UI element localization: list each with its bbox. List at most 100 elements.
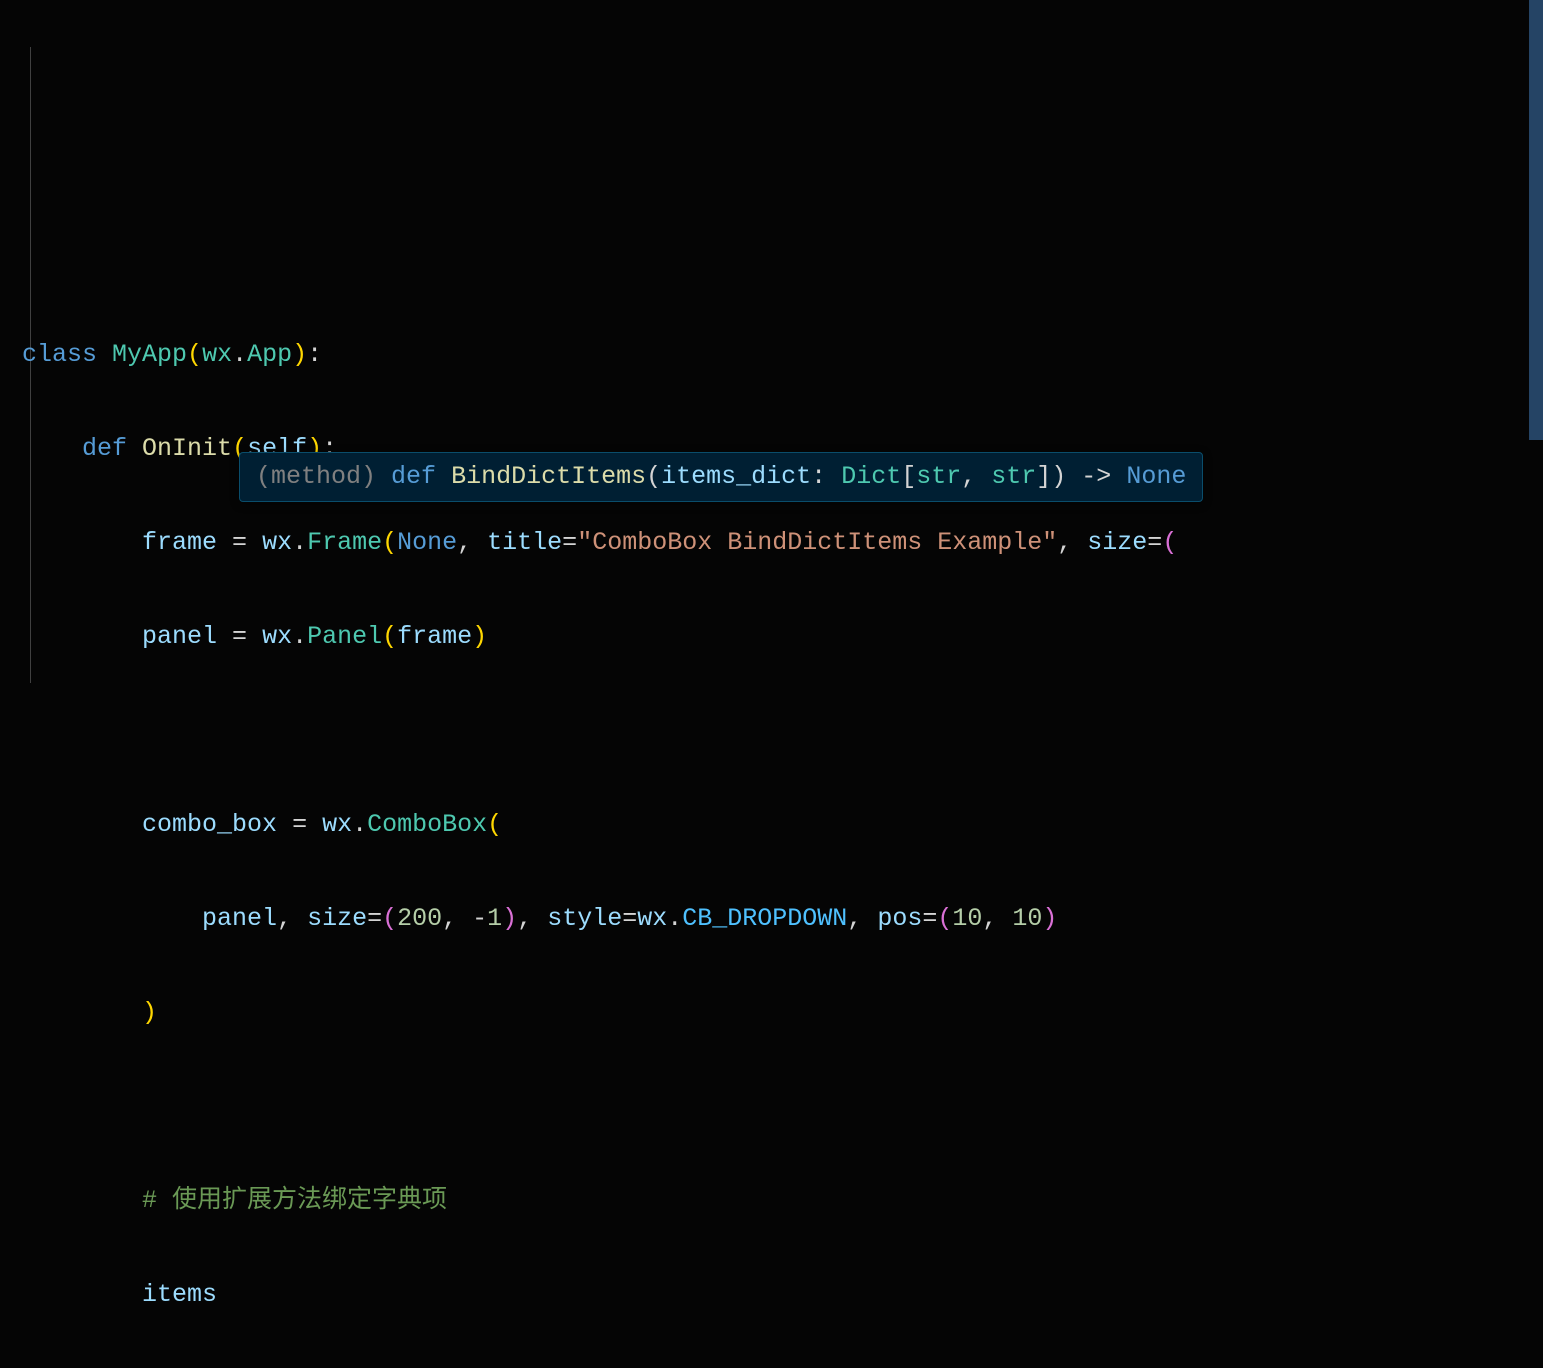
code-line[interactable]: panel, size=(200, -1), style=wx.CB_DROPD… [22,895,1543,942]
tooltip-type: Dict [841,462,901,491]
module: wx [262,622,292,651]
comma: , [277,904,307,933]
code-line[interactable]: # 使用扩展方法绑定字典项 [22,1177,1543,1224]
indent [22,1186,142,1215]
comma: , [517,904,547,933]
tooltip-def: def [391,462,436,491]
paren: ) [472,622,487,651]
class-name: MyApp [112,340,187,369]
variable: frame [142,528,217,557]
equals: = [367,904,382,933]
dot: . [292,622,307,651]
paren: ( [187,340,202,369]
comma: , [457,528,487,557]
paren: ( [382,904,397,933]
tooltip-fn-name: BindDictItems [451,462,646,491]
hover-tooltip: (method) def BindDictItems(items_dict: D… [239,452,1203,502]
number: 200 [397,904,442,933]
equals: = [922,904,937,933]
equals: = [277,810,322,839]
dot: . [352,810,367,839]
code-line[interactable]: ) [22,989,1543,1036]
module: wx [322,810,352,839]
code-line[interactable]: combo_box = wx.ComboBox( [22,801,1543,848]
tooltip-param: items_dict [661,462,811,491]
paren: ) [1042,904,1057,933]
indent [22,622,142,651]
variable: panel [142,622,217,651]
module: wx [262,528,292,557]
minus: - [472,904,487,933]
tooltip-paren: ) [1051,462,1066,491]
paren: ) [502,904,517,933]
tooltip-comma: , [961,462,991,491]
code-line[interactable]: cast(ComboBoxWithBindDictItems, combo_bo… [22,1365,1543,1368]
equals: = [562,528,577,557]
indent [22,528,142,557]
constant: CB_DROPDOWN [682,904,847,933]
colon: : [307,340,322,369]
class-ref: ComboBox [367,810,487,839]
tooltip-arrow: -> [1066,462,1126,491]
indent [22,1280,142,1309]
variable-partial: items [142,1280,217,1309]
kwarg: style [547,904,622,933]
comment-hash: # [142,1186,172,1215]
kwarg: size [307,904,367,933]
comment-text: 使用扩展方法绑定字典项 [172,1186,447,1215]
comma: , [847,904,877,933]
number: 10 [952,904,982,933]
equals: = [1147,528,1162,557]
code-line[interactable]: frame = wx.Frame(None, title="ComboBox B… [22,519,1543,566]
number: 10 [1012,904,1042,933]
arg: frame [397,622,472,651]
class-ref: Panel [307,622,382,651]
tooltip-kind: (method) [256,462,376,491]
variable: combo_box [142,810,277,839]
indent [22,434,82,463]
tooltip-bracket: [ [901,462,916,491]
none-literal: None [397,528,457,557]
dot: . [292,528,307,557]
indent [22,904,202,933]
scrollbar-thumb[interactable] [1529,0,1543,440]
paren: ) [292,340,307,369]
keyword-def: def [82,434,127,463]
equals: = [622,904,637,933]
number: 1 [487,904,502,933]
code-line[interactable]: items [22,1271,1543,1318]
arg: panel [202,904,277,933]
dot: . [667,904,682,933]
comma: , [982,904,1012,933]
tooltip-type-arg: str [916,462,961,491]
comma: , [1057,528,1087,557]
paren: ( [1162,528,1177,557]
module: wx [202,340,232,369]
string-literal: "ComboBox BindDictItems Example" [577,528,1057,557]
kwarg: size [1087,528,1147,557]
indent [22,998,142,1027]
equals: = [217,622,262,651]
code-line-blank[interactable] [22,707,1543,754]
module: wx [637,904,667,933]
code-line[interactable]: panel = wx.Panel(frame) [22,613,1543,660]
code-line[interactable]: class MyApp(wx.App): [22,331,1543,378]
base-class: App [247,340,292,369]
paren: ( [382,622,397,651]
paren: ) [142,998,157,1027]
indent [22,810,142,839]
method-name: OnInit [142,434,232,463]
kwarg: title [487,528,562,557]
paren: ( [382,528,397,557]
class-ref: Frame [307,528,382,557]
paren: ( [937,904,952,933]
code-editor[interactable]: class MyApp(wx.App): def OnInit(self): f… [22,284,1543,1368]
tooltip-paren: ( [646,462,661,491]
code-line-blank[interactable] [22,1083,1543,1130]
tooltip-colon: : [811,462,841,491]
tooltip-return: None [1126,462,1186,491]
tooltip-bracket: ] [1036,462,1051,491]
comma: , [442,904,472,933]
tooltip-type-arg: str [991,462,1036,491]
equals: = [217,528,262,557]
